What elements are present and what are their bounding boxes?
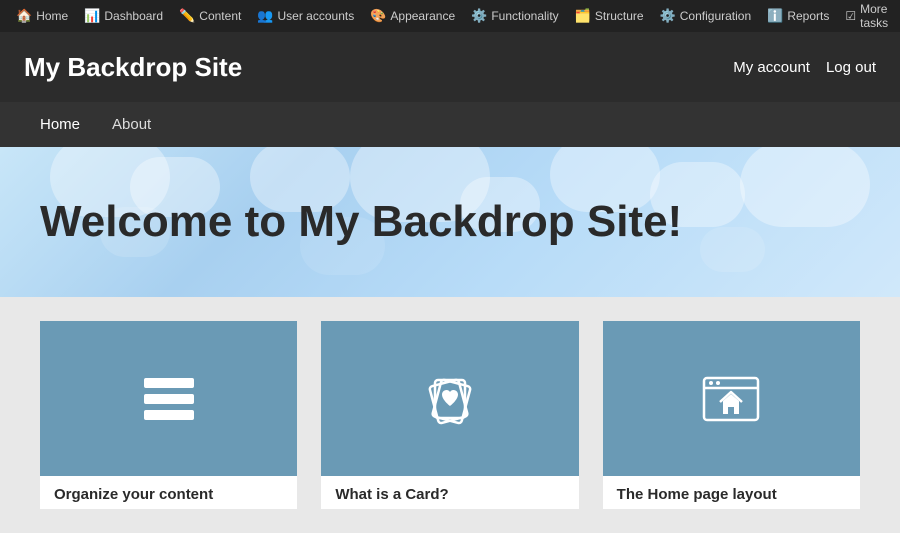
reports-icon: ℹ️ <box>767 8 783 24</box>
toolbar-home-label: Home <box>36 9 68 23</box>
toolbar-structure[interactable]: 🗂️ Structure <box>567 0 652 32</box>
cards-grid: Organize your content <box>40 321 860 509</box>
checkbox-icon: ☑ <box>845 9 856 23</box>
appearance-icon: 🎨 <box>370 8 386 24</box>
card-what-is-card: What is a Card? <box>321 321 578 509</box>
card-cards-image <box>321 321 578 476</box>
card-layout-title: The Home page layout <box>603 476 860 509</box>
card-what-is-card-title: What is a Card? <box>321 476 578 509</box>
main-nav: Home About <box>0 102 900 147</box>
functionality-icon: ⚙️ <box>471 8 487 24</box>
structure-icon: 🗂️ <box>575 8 591 24</box>
toolbar-home[interactable]: 🏠 Home <box>8 0 76 32</box>
cards-section: Organize your content <box>0 297 900 533</box>
card-layout: The Home page layout <box>603 321 860 509</box>
more-tasks-button[interactable]: ☑ More tasks <box>837 2 896 30</box>
hero-section: Welcome to My Backdrop Site! <box>0 147 900 297</box>
logout-link[interactable]: Log out <box>826 59 876 76</box>
card-layout-image <box>603 321 860 476</box>
configuration-icon: ⚙️ <box>660 8 676 24</box>
nav-about[interactable]: About <box>96 102 167 147</box>
cards-icon <box>415 364 485 434</box>
site-title: My Backdrop Site <box>24 52 242 83</box>
site-header: My Backdrop Site My account Log out <box>0 32 900 102</box>
hero-title: Welcome to My Backdrop Site! <box>40 197 682 247</box>
toolbar-appearance-label: Appearance <box>390 9 455 23</box>
toolbar-reports-label: Reports <box>787 9 829 23</box>
card-organize-title: Organize your content <box>40 476 297 509</box>
users-icon: 👥 <box>257 8 273 24</box>
toolbar-dashboard[interactable]: 📊 Dashboard <box>76 0 171 32</box>
toolbar-content-label: Content <box>199 9 241 23</box>
toolbar-configuration[interactable]: ⚙️ Configuration <box>652 0 760 32</box>
toolbar-dashboard-label: Dashboard <box>104 9 163 23</box>
toolbar-user-accounts-label: User accounts <box>278 9 355 23</box>
database-icon <box>134 364 204 434</box>
toolbar-functionality[interactable]: ⚙️ Functionality <box>463 0 567 32</box>
nav-home[interactable]: Home <box>24 102 96 147</box>
home-icon: 🏠 <box>16 8 32 24</box>
toolbar-configuration-label: Configuration <box>680 9 751 23</box>
layout-icon <box>696 364 766 434</box>
admin-toolbar: 🏠 Home 📊 Dashboard ✏️ Content 👥 User acc… <box>0 0 900 32</box>
toolbar-functionality-label: Functionality <box>491 9 558 23</box>
site-header-nav: My account Log out <box>733 59 876 76</box>
toolbar-appearance[interactable]: 🎨 Appearance <box>362 0 463 32</box>
toolbar-content[interactable]: ✏️ Content <box>171 0 249 32</box>
toolbar-user-accounts[interactable]: 👥 User accounts <box>249 0 362 32</box>
content-icon: ✏️ <box>179 8 195 24</box>
toolbar-reports[interactable]: ℹ️ Reports <box>759 0 837 32</box>
more-tasks-label: More tasks <box>860 2 888 30</box>
my-account-link[interactable]: My account <box>733 59 810 76</box>
toolbar-structure-label: Structure <box>595 9 644 23</box>
card-organize: Organize your content <box>40 321 297 509</box>
dashboard-icon: 📊 <box>84 8 100 24</box>
card-organize-image <box>40 321 297 476</box>
